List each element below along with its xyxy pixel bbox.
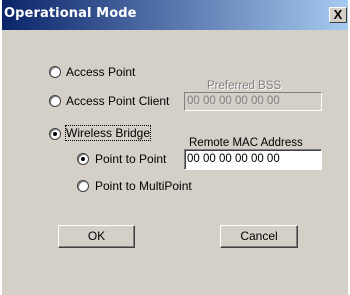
preferred-bss-label: Preferred BSS: [207, 80, 282, 92]
title-bar: Operational Mode X: [2, 0, 348, 30]
preferred-bss-field[interactable]: 00 00 00 00 00 00: [184, 92, 322, 111]
wireless-bridge-label[interactable]: Wireless Bridge: [64, 125, 152, 141]
selected-dot: [81, 157, 85, 161]
point-to-multipoint-radio[interactable]: [77, 180, 89, 192]
access-point-client-radio[interactable]: [49, 95, 61, 107]
access-point-client-label[interactable]: Access Point Client: [66, 94, 169, 108]
remote-mac-label: Remote MAC Address: [189, 137, 303, 149]
access-point-label[interactable]: Access Point: [66, 65, 135, 79]
remote-mac-field[interactable]: 00 00 00 00 00 00: [184, 149, 322, 170]
cancel-button[interactable]: Cancel: [220, 225, 298, 248]
point-to-multipoint-label[interactable]: Point to MultiPoint: [95, 179, 192, 193]
selected-dot: [53, 132, 57, 136]
access-point-radio[interactable]: [49, 66, 61, 78]
ok-button[interactable]: OK: [58, 225, 135, 248]
point-to-point-radio[interactable]: [77, 153, 89, 165]
point-to-point-label[interactable]: Point to Point: [95, 152, 166, 166]
close-icon: X: [333, 7, 343, 22]
close-button[interactable]: X: [329, 7, 347, 23]
wireless-bridge-radio[interactable]: [49, 128, 61, 140]
operational-mode-dialog: Operational Mode X Access Point Access P…: [2, 0, 348, 295]
dialog-title: Operational Mode: [4, 6, 137, 21]
